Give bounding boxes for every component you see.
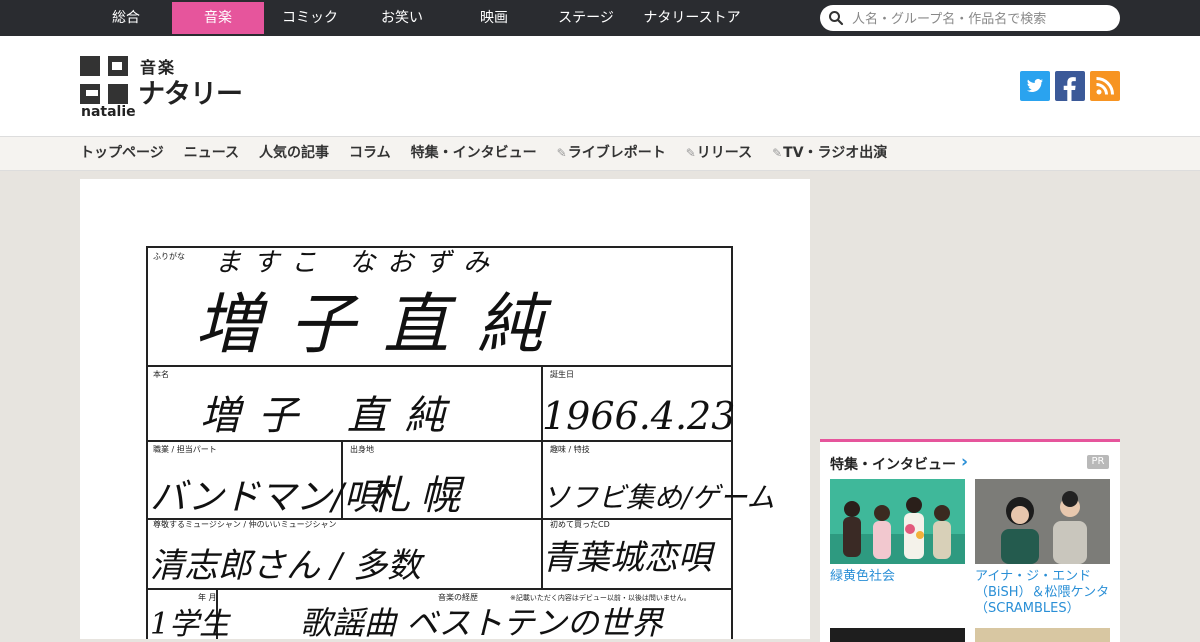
logo-name: ナタリー [138,79,243,110]
nav-live-report[interactable]: ✎ライブレポート [557,137,666,170]
logo-roman: natalie [81,104,136,120]
label-furigana: ふりがな [153,251,185,261]
first-cd-text: 青葉城恋唄 [542,538,716,578]
site-header: 音楽 ナタリー natalie [0,36,1200,136]
search-input[interactable] [850,8,1114,30]
feature-box: 特集・インタビュー › PR 緑黄色社会 アイナ・ジ・エンド（BiSH）＆松隈ケ… [820,439,1120,642]
category-tab-movie[interactable]: 映画 [448,2,540,34]
facebook-icon [1063,77,1076,101]
category-tab-general[interactable]: 総合 [80,2,172,34]
nav-top-page[interactable]: トップページ [80,137,164,170]
label-birthplace: 出身地 [350,444,374,454]
birthday-text: 1966.4.23 [542,394,735,438]
category-tab-comic[interactable]: コミック [264,2,356,34]
feature-card[interactable]: 緑黄色社会 [830,479,965,585]
tag-icon: ✎ [556,146,567,160]
feature-card[interactable]: アイナ・ジ・エンド（BiSH）＆松隈ケンタ（SCRAMBLES） [975,479,1110,617]
category-nav: 総合 音楽 コミック お笑い 映画 ステージ ナタリーストア [80,2,752,34]
nav-column[interactable]: コラム [349,137,391,170]
label-respect: 尊敬するミュージシャン / 仲のいいミュージシャン [153,519,336,529]
social-links [1020,71,1120,101]
section-nav-items: トップページ ニュース 人気の記事 コラム 特集・インタビュー ✎ライブレポート… [80,137,887,170]
year-text: 1学生 [150,607,231,639]
nav-tv-radio[interactable]: ✎TV・ラジオ出演 [772,137,887,170]
label-job: 職業 / 担当パート [153,444,217,454]
nav-popular[interactable]: 人気の記事 [259,137,329,170]
ad-space [820,179,1120,429]
nav-feature[interactable]: 特集・インタビュー [411,137,537,170]
pr-badge: PR [1087,455,1109,469]
rss-icon [1096,77,1114,95]
nav-news[interactable]: ニュース [184,137,239,170]
handwritten-profile-sheet: ふりがな 本名 誕生日 職業 / 担当パート 出身地 趣味 / 特技 尊敬するミ… [146,246,775,639]
feature-thumbnail[interactable] [830,479,965,564]
label-history: 音楽の経歴 [438,592,478,602]
chevron-right-icon[interactable]: › [961,452,968,472]
category-tab-store[interactable]: ナタリーストア [632,2,752,34]
category-tab-stage[interactable]: ステージ [540,2,632,34]
section-nav: トップページ ニュース 人気の記事 コラム 特集・インタビュー ✎ライブレポート… [0,136,1200,171]
feature-thumbnail[interactable] [830,628,965,642]
twitter-button[interactable] [1020,71,1050,101]
category-tab-music[interactable]: 音楽 [172,2,264,34]
category-tab-comedy[interactable]: お笑い [356,2,448,34]
nav-release-label: リリース [696,145,753,161]
label-year: 年 月 [198,592,217,602]
label-hobby: 趣味 / 特技 [550,444,590,454]
label-note: ※記載いただく内容はデビュー以前・以後は問いません。 [510,593,691,602]
nav-release[interactable]: ✎リリース [686,137,752,170]
tag-icon: ✎ [685,146,696,160]
article-image[interactable]: ふりがな 本名 誕生日 職業 / 担当パート 出身地 趣味 / 特技 尊敬するミ… [80,179,810,639]
birthplace-text: 札幌 [370,473,470,519]
feature-title[interactable]: 特集・インタビュー [830,454,956,474]
label-birthday: 誕生日 [550,369,574,379]
category-bar: 総合 音楽 コミック お笑い 映画 ステージ ナタリーストア [0,0,1200,36]
feature-thumbnail[interactable] [975,479,1110,564]
history-text: 歌謡曲 ベストテンの世界 [300,604,665,639]
name-large-text: 増子直純 [195,286,571,363]
search-icon[interactable] [828,10,844,26]
rss-button[interactable] [1090,71,1120,101]
furigana-text: ますこ なおずみ [215,248,501,278]
job-text: バンドマン/唄 [150,477,384,518]
tag-icon: ✎ [772,146,783,160]
hobby-text: ソフビ集め/ゲーム [542,481,775,514]
facebook-button[interactable] [1055,71,1085,101]
twitter-icon [1027,78,1043,92]
name-text: 増子 直純 [200,393,463,439]
search-box [820,5,1120,31]
respect-text: 清志郎さん / 多数 [150,546,425,586]
feature-caption[interactable]: アイナ・ジ・エンド（BiSH）＆松隈ケンタ（SCRAMBLES） [975,569,1110,617]
label-name: 本名 [153,369,169,379]
feature-thumbnail[interactable] [975,628,1110,642]
label-first-cd: 初めて買ったCD [550,519,610,529]
nav-live-report-label: ライブレポート [567,145,666,161]
natalie-logo-icon [80,56,128,104]
feature-caption[interactable]: 緑黄色社会 [830,569,965,585]
site-logo[interactable]: 音楽 ナタリー natalie [80,54,250,124]
nav-tv-radio-label: TV・ラジオ出演 [783,145,888,161]
